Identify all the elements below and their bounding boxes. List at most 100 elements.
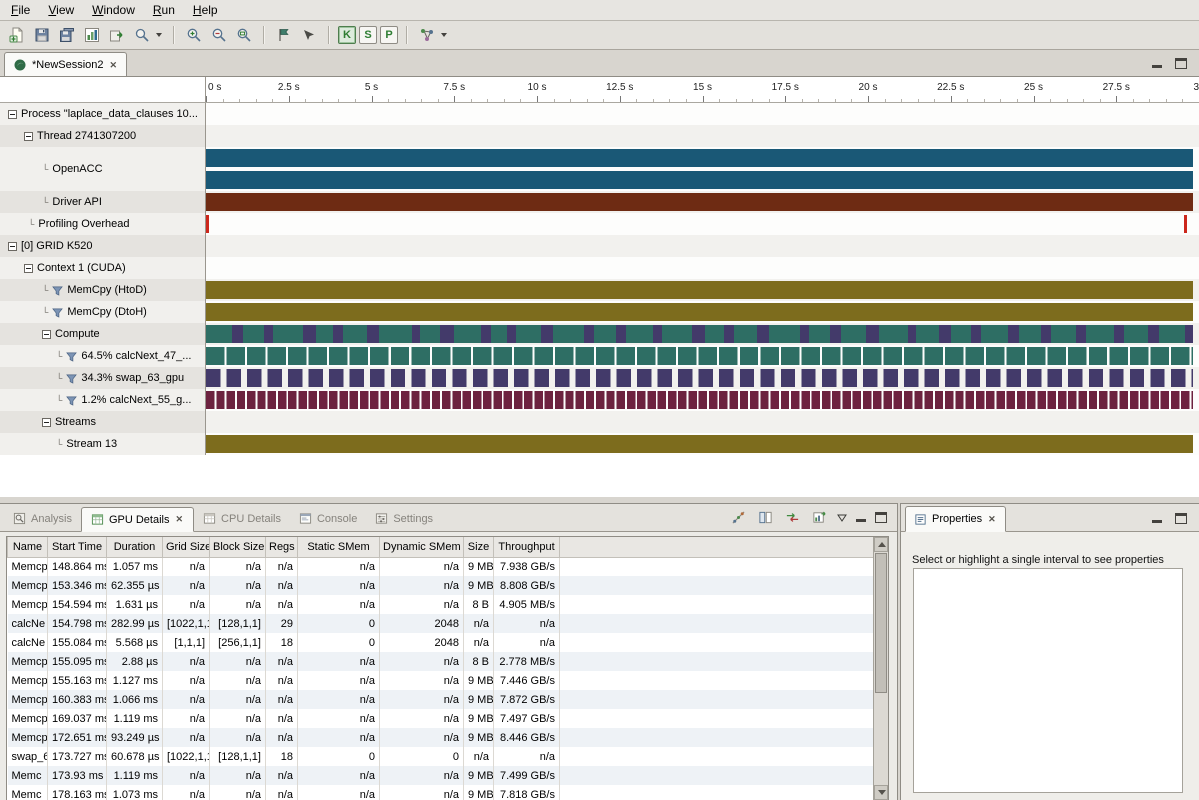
kernel-interval[interactable] [1114,325,1124,343]
timeline-lane-memcpy-htod[interactable] [206,279,1199,301]
table-row[interactable]: Memc173.93 ms1.119 msn/an/an/an/an/a9 MB… [8,766,874,785]
kernel-interval[interactable] [516,325,541,343]
kernel-interval[interactable] [264,325,273,343]
timeline-bar-calcnext-47[interactable] [206,347,1193,365]
column-header-duration[interactable]: Duration [107,537,163,557]
table-row[interactable]: Memcp169.037 ms1.119 msn/an/an/an/an/a9 … [8,709,874,728]
menu-view[interactable]: View [39,1,83,19]
columns-icon[interactable] [756,508,775,527]
column-header-regs[interactable]: Regs [266,537,298,557]
kernel-interval[interactable] [866,325,879,343]
column-header-grid-size[interactable]: Grid Size [163,537,210,557]
kernel-interval[interactable] [379,325,413,343]
kernel-interval[interactable] [1051,325,1076,343]
tree-item-swap-63[interactable]: └34.3% swap_63_gpu [0,367,206,389]
pointer-icon[interactable] [298,24,320,46]
flag-icon[interactable] [273,24,295,46]
save-icon[interactable] [31,24,53,46]
tree-item-memcpy-htod[interactable]: └MemCpy (HtoD) [0,279,206,301]
table-row[interactable]: Memcp153.346 ms62.355 µsn/an/an/an/an/a9… [8,576,874,595]
table-row[interactable]: Memcp148.864 ms1.057 msn/an/an/an/an/a9 … [8,557,874,576]
timeline-bar-openacc[interactable] [206,171,1193,189]
kernel-interval[interactable] [705,325,724,343]
timeline-bar-memcpy-htod[interactable] [206,281,1193,299]
table-row[interactable]: Memcp155.095 ms2.88 µsn/an/an/an/an/a8 B… [8,652,874,671]
kernel-interval[interactable] [908,325,916,343]
table-row[interactable]: calcNe155.084 ms5.568 µs[1,1,1][256,1,1]… [8,633,874,652]
trace-icon[interactable] [729,508,748,527]
search-icon[interactable] [131,24,153,46]
kernel-interval[interactable] [1076,325,1087,343]
kernel-interval[interactable] [1019,325,1041,343]
export-chart-icon[interactable] [810,508,829,527]
collapse-icon[interactable] [8,110,17,119]
kernel-interval[interactable] [367,325,379,343]
kernel-interval[interactable] [981,325,1009,343]
menu-run[interactable]: Run [144,1,184,19]
kernel-interval[interactable] [951,325,971,343]
maximize-details-icon[interactable] [875,512,887,523]
tree-item-streams[interactable]: Streams [0,411,206,433]
process-filter-icon[interactable]: P [380,26,398,44]
timeline-lane-driver-api[interactable] [206,191,1199,213]
kernel-interval[interactable] [692,325,706,343]
overhead-interval[interactable] [1184,215,1187,233]
table-row[interactable]: Memcp160.383 ms1.066 msn/an/an/an/an/a9 … [8,690,874,709]
kernel-interval[interactable] [1124,325,1148,343]
kernel-interval[interactable] [971,325,981,343]
scroll-down-icon[interactable] [874,785,888,800]
timeline-lane-process[interactable] [206,103,1199,125]
minimize-details-icon[interactable] [855,513,867,523]
tree-item-stream-13[interactable]: └Stream 13 [0,433,206,455]
analysis-dropdown-icon[interactable] [441,33,447,37]
collapse-icon[interactable] [24,132,33,141]
kernel-interval[interactable] [800,325,809,343]
save-all-icon[interactable] [56,24,78,46]
kernel-interval[interactable] [626,325,653,343]
kernel-interval[interactable] [1086,325,1114,343]
tree-item-calcnext-47[interactable]: └64.5% calcNext_47_... [0,345,206,367]
kernel-interval[interactable] [303,325,316,343]
kernel-interval[interactable] [440,325,454,343]
kernel-interval[interactable] [412,325,420,343]
kernel-interval[interactable] [809,325,830,343]
view-menu-icon[interactable] [837,514,847,522]
tab-analysis[interactable]: Analysis [4,506,81,531]
analysis-icon[interactable] [416,24,438,46]
export-icon[interactable] [106,24,128,46]
tree-item-driver-api[interactable]: └Driver API [0,191,206,213]
kernel-interval[interactable] [481,325,491,343]
menu-help[interactable]: Help [184,1,227,19]
tab-cpu-details[interactable]: CPU Details [194,506,290,531]
menu-file[interactable]: File [2,1,39,19]
session-tab[interactable]: *NewSession2 ✕ [4,52,127,77]
table-row[interactable]: Memcp154.594 ms1.631 µsn/an/an/an/an/a8 … [8,595,874,614]
timeline-ruler[interactable]: 0 s2.5 s5 s7.5 s10 s12.5 s15 s17.5 s20 s… [206,77,1199,102]
column-header-block-size[interactable]: Block Size [210,537,266,557]
timeline-lane-streams[interactable] [206,411,1199,433]
minimize-timeline-icon[interactable] [1151,59,1163,69]
timeline-bar-calcnext-55[interactable] [206,391,1193,409]
kernel-interval[interactable] [420,325,440,343]
menu-window[interactable]: Window [83,1,144,19]
timeline-lane-compute[interactable] [206,323,1199,345]
kernel-interval[interactable] [273,325,303,343]
collapse-icon[interactable] [42,330,51,339]
kernel-interval[interactable] [491,325,507,343]
stream-filter-icon[interactable]: S [359,26,377,44]
kernel-interval[interactable] [454,325,482,343]
timeline-lane-profiling-overhead[interactable] [206,213,1199,235]
kernel-interval[interactable] [232,325,243,343]
kernel-interval[interactable] [553,325,584,343]
tree-item-profiling-overhead[interactable]: └Profiling Overhead [0,213,206,235]
tab-settings[interactable]: Settings [366,506,442,531]
kernel-interval[interactable] [830,325,841,343]
zoom-in-icon[interactable] [183,24,205,46]
timeline-bar-swap-63[interactable] [206,369,1193,387]
kernel-interval[interactable] [939,325,951,343]
kernel-interval[interactable] [616,325,627,343]
table-row[interactable]: Memcp155.163 ms1.127 msn/an/an/an/an/a9 … [8,671,874,690]
table-row[interactable]: calcNe154.798 ms282.99 µs[1022,1,1][128,… [8,614,874,633]
tree-item-grid-k520[interactable]: [0] GRID K520 [0,235,206,257]
tree-item-compute[interactable]: Compute [0,323,206,345]
